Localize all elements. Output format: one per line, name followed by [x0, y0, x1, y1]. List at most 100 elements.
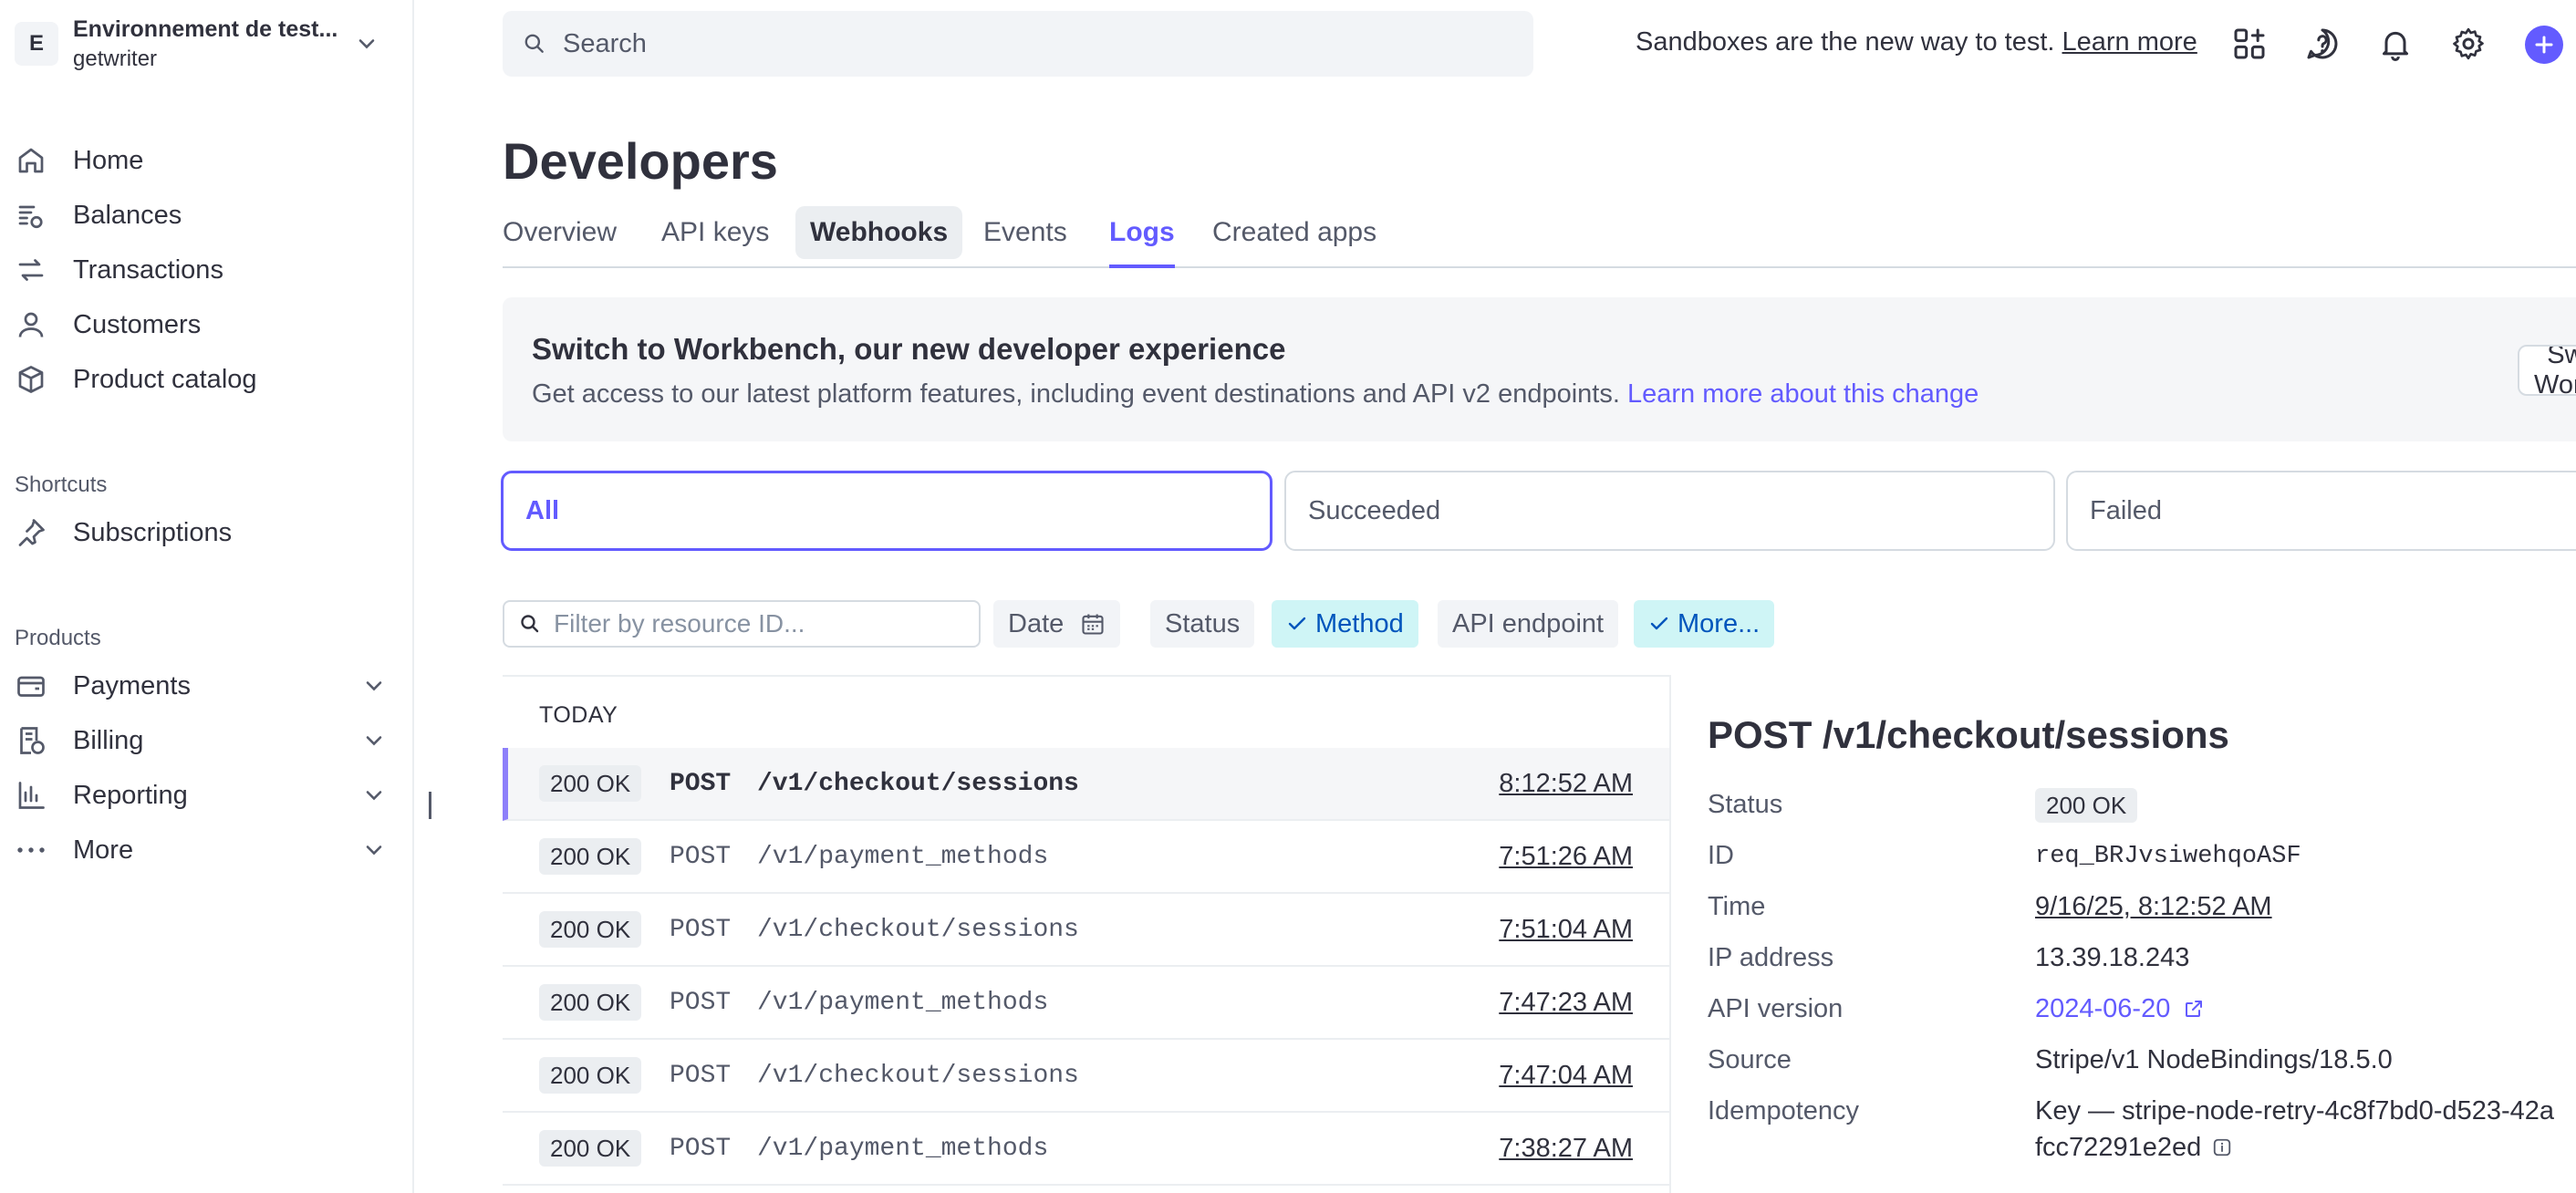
log-row[interactable]: 200 OK POST /v1/checkout/sessions 7:51:0… [503, 894, 1669, 967]
notifications-bell-icon[interactable] [2377, 26, 2414, 62]
search-input[interactable] [563, 28, 1384, 59]
segment-succeeded[interactable]: Succeeded [1284, 471, 2055, 551]
external-link-icon [2186, 1001, 2203, 1017]
log-row[interactable]: 200 OK POST /v1/payment_methods 7:38:27 … [503, 1113, 1669, 1186]
log-row[interactable]: 200 OK POST /v1/checkout/sessions 7:47:0… [503, 1040, 1669, 1113]
banner-description: Get access to our latest platform featur… [532, 379, 1620, 409]
log-time[interactable]: 7:51:26 AM [1499, 842, 1633, 872]
sidebar-item-label: Balances [73, 200, 182, 230]
log-path: /v1/payment_methods [757, 842, 1049, 871]
switch-to-workbench-button[interactable]: Switch to Workbench [2518, 345, 2576, 396]
filter-more-label: More... [1678, 608, 1761, 638]
segment-failed[interactable]: Failed [2066, 471, 2576, 551]
log-row[interactable]: 200 OK POST /v1/payment_methods 7:47:23 … [503, 967, 1669, 1040]
banner-title: Switch to Workbench, our new developer e… [532, 332, 1286, 366]
log-method: POST [670, 842, 732, 871]
chevron-down-icon [366, 736, 382, 746]
sidebar-item-billing[interactable]: Billing [15, 713, 382, 768]
log-method: POST [670, 1061, 732, 1090]
log-time[interactable]: 7:47:04 AM [1499, 1061, 1633, 1091]
log-row[interactable]: 200 OK POST /v1/payment_methods 7:51:26 … [503, 821, 1669, 894]
detail-api-version[interactable]: 2024-06-20 [2035, 994, 2205, 1024]
sidebar-item-balances[interactable]: Balances [15, 188, 379, 243]
sidebar-item-customers[interactable]: Customers [15, 297, 379, 352]
resource-id-input[interactable] [554, 609, 955, 638]
banner-learn-more-link[interactable]: Learn more about this change [1627, 379, 1979, 409]
log-path: /v1/payment_methods [757, 1134, 1049, 1163]
tab-logs[interactable]: Logs [1109, 206, 1175, 268]
log-time[interactable]: 7:38:27 AM [1499, 1134, 1633, 1164]
learn-more-link[interactable]: Learn more [2062, 27, 2197, 57]
detail-request-id: req_BRJvsiwehqoASF [2035, 843, 2301, 870]
search-icon [521, 615, 539, 633]
sidebar-item-home[interactable]: Home [15, 133, 379, 188]
log-time[interactable]: 8:12:52 AM [1499, 769, 1633, 799]
sidebar-item-label: Transactions [73, 254, 223, 285]
chevron-down-icon [366, 681, 382, 691]
account-switcher[interactable]: E Environnement de test... getwriter [15, 15, 379, 73]
sidebar-item-label: Customers [73, 309, 202, 339]
status-badge: 200 OK [539, 984, 642, 1021]
page-title: Developers [503, 132, 778, 190]
settings-gear-icon[interactable] [2450, 26, 2487, 62]
sidebar-item-subscriptions[interactable]: Subscriptions [15, 505, 379, 560]
workbench-banner: Switch to Workbench, our new developer e… [503, 297, 2576, 441]
segment-all[interactable]: All [501, 471, 1272, 551]
sidebar-item-transactions[interactable]: Transactions [15, 243, 379, 297]
tab-api-keys[interactable]: API keys [661, 206, 769, 259]
customers-icon [18, 312, 44, 337]
panel-divider [1669, 675, 1671, 1193]
detail-time[interactable]: 9/16/25, 8:12:52 AM [2035, 892, 2272, 922]
more-icon [17, 847, 45, 853]
tab-webhooks[interactable]: Webhooks [795, 206, 963, 259]
transactions-icon [18, 259, 44, 281]
sidebar-item-reporting[interactable]: Reporting [15, 768, 382, 823]
info-icon[interactable] [2212, 1137, 2232, 1157]
detail-label-idempotency: Idempotency [1708, 1096, 1860, 1126]
balances-icon [18, 205, 43, 229]
detail-idempotency-key-cont: fcc72291e2ed [2035, 1133, 2232, 1163]
chevron-down-icon [366, 845, 382, 856]
log-time[interactable]: 7:47:23 AM [1499, 988, 1633, 1018]
log-path: /v1/payment_methods [757, 988, 1049, 1017]
plus-icon [2535, 36, 2553, 54]
resource-filter[interactable] [503, 600, 981, 648]
filter-date[interactable]: Date [993, 600, 1121, 648]
calendar-icon [1082, 614, 1104, 635]
log-row[interactable]: 200 OK POST /v1/checkout/sessions 8:12:5… [503, 748, 1669, 821]
sidebar-resize-handle[interactable] [429, 792, 431, 819]
status-badge: 200 OK [539, 838, 642, 875]
status-badge: 200 OK [539, 911, 642, 948]
log-group-heading: TODAY [539, 702, 618, 728]
developer-tabs: Overview API keys Webhooks Events Logs C… [503, 206, 2576, 268]
filter-status[interactable]: Status [1150, 600, 1255, 648]
global-search[interactable] [503, 11, 1533, 77]
log-method: POST [670, 915, 732, 944]
sandbox-note-text: Sandboxes are the new way to test. [1636, 27, 2055, 57]
tab-events[interactable]: Events [983, 206, 1067, 259]
filter-more[interactable]: More... [1634, 600, 1775, 648]
sidebar-item-payments[interactable]: Payments [15, 659, 382, 713]
product-catalog-icon [18, 366, 44, 393]
detail-title: POST /v1/checkout/sessions [1708, 713, 2229, 756]
tab-created-apps[interactable]: Created apps [1212, 206, 1376, 259]
api-version-link[interactable]: 2024-06-20 [2035, 994, 2170, 1023]
log-path: /v1/checkout/sessions [757, 915, 1079, 944]
detail-label-time: Time [1708, 892, 1766, 921]
detail-label-api-version: API version [1708, 994, 1844, 1023]
help-icon[interactable] [2304, 26, 2341, 62]
list-top-border [503, 675, 1670, 677]
detail-ip-address: 13.39.18.243 [2035, 943, 2190, 972]
sidebar-item-label: Payments [73, 670, 191, 700]
apps-icon[interactable] [2231, 26, 2268, 62]
sidebar-item-product-catalog[interactable]: Product catalog [15, 352, 379, 407]
filter-api-endpoint[interactable]: API endpoint [1438, 600, 1619, 648]
home-icon [18, 148, 44, 173]
create-button[interactable] [2525, 26, 2563, 64]
products-nav: Payments Billing Reporting More [15, 659, 382, 877]
filter-method[interactable]: Method [1272, 600, 1418, 648]
log-time[interactable]: 7:51:04 AM [1499, 915, 1633, 945]
sandbox-note: Sandboxes are the new way to test. Learn… [1636, 27, 2197, 57]
sidebar-item-more[interactable]: More [15, 823, 382, 877]
tab-overview[interactable]: Overview [503, 206, 617, 259]
